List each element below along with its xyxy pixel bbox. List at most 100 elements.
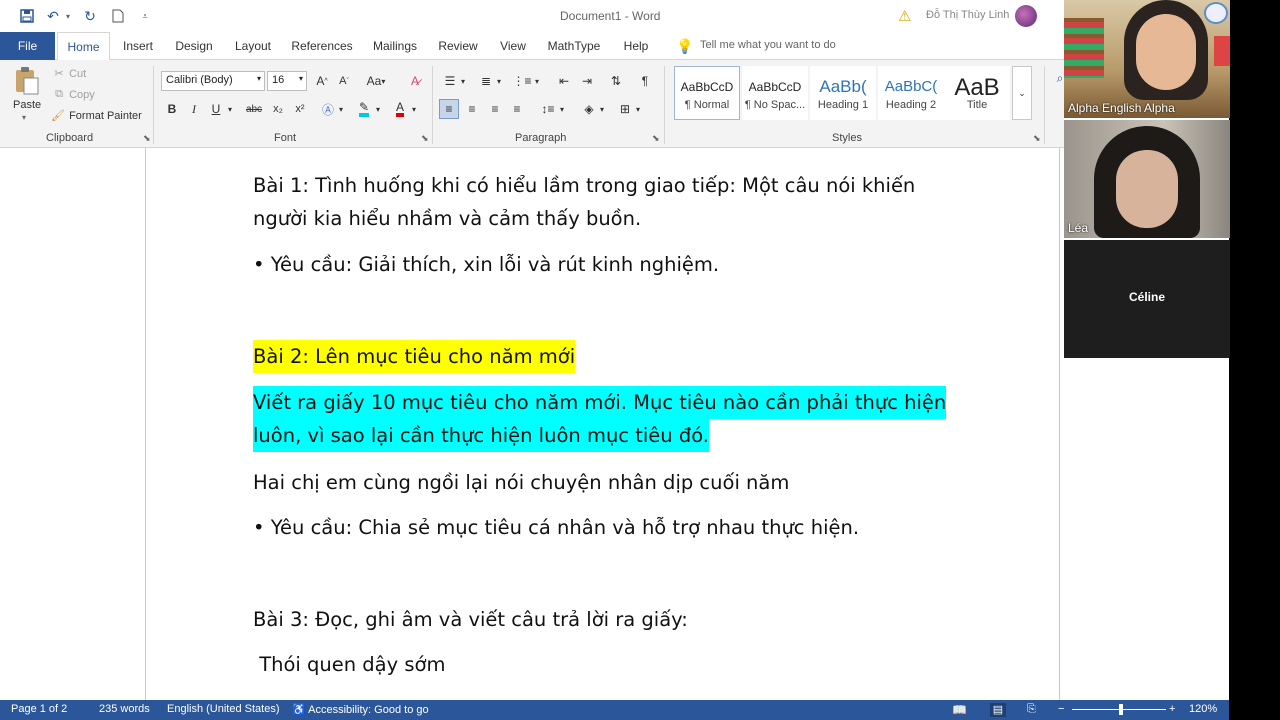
- find-icon[interactable]: ⌕: [1050, 68, 1064, 88]
- tab-mailings[interactable]: Mailings: [367, 32, 423, 60]
- doc-line[interactable]: Hai chị em cùng ngồi lại nói chuyện nhân…: [253, 466, 789, 499]
- undo-dropdown-icon[interactable]: ▾: [63, 7, 73, 25]
- chevron-down-icon[interactable]: ▾: [494, 71, 504, 91]
- tab-mathtype[interactable]: MathType: [545, 32, 603, 60]
- align-right-icon[interactable]: ≡: [485, 99, 505, 119]
- style-title[interactable]: AaB Title: [944, 66, 1010, 120]
- shrink-font-icon[interactable]: Aˇ: [334, 71, 354, 91]
- subscript-button[interactable]: x₂: [268, 99, 288, 119]
- style-heading-1[interactable]: AaBb( Heading 1: [810, 66, 876, 120]
- styles-launcher-icon[interactable]: ⬊: [1033, 133, 1041, 144]
- underline-button[interactable]: U: [206, 99, 226, 119]
- tab-insert[interactable]: Insert: [117, 32, 159, 60]
- doc-line-highlighted-cyan[interactable]: Viết ra giấy 10 mục tiêu cho năm mới. Mụ…: [253, 386, 947, 419]
- font-family-select[interactable]: Calibri (Body) ▾: [161, 71, 265, 91]
- shading-icon[interactable]: ◈: [579, 99, 599, 119]
- language[interactable]: English (United States): [167, 703, 280, 715]
- bold-button[interactable]: B: [162, 99, 182, 119]
- zoom-level[interactable]: 120%: [1189, 703, 1217, 715]
- text-effects-icon[interactable]: Ⓐ: [318, 99, 338, 119]
- user-name[interactable]: Đỗ Thị Thùy Linh: [926, 9, 1009, 21]
- clipboard-launcher-icon[interactable]: ⬊: [143, 133, 151, 144]
- sort-icon[interactable]: ⇅: [606, 71, 626, 91]
- font-size-select[interactable]: 16 ▾: [267, 71, 307, 91]
- doc-line[interactable]: Bài 1: Tình huống khi có hiểu lầm trong …: [253, 169, 915, 202]
- decrease-indent-icon[interactable]: ⇤: [554, 71, 574, 91]
- style-normal[interactable]: AaBbCcD ¶ Normal: [674, 66, 740, 120]
- tab-references[interactable]: References: [289, 32, 355, 60]
- print-layout-icon[interactable]: ▤: [990, 703, 1006, 717]
- zoom-in-icon[interactable]: +: [1169, 703, 1175, 715]
- paste-icon[interactable]: [14, 66, 42, 96]
- chevron-down-icon[interactable]: ▾: [409, 99, 419, 119]
- align-left-icon[interactable]: ≡: [439, 99, 459, 119]
- tab-home[interactable]: Home: [57, 32, 110, 61]
- chevron-down-icon[interactable]: ▾: [633, 99, 643, 119]
- tab-help[interactable]: Help: [617, 32, 655, 60]
- undo-icon[interactable]: ↶: [44, 7, 62, 25]
- tab-review[interactable]: Review: [435, 32, 481, 60]
- multilevel-list-icon[interactable]: ⋮≡: [512, 71, 532, 91]
- doc-line[interactable]: người kia hiểu nhầm và cảm thấy buồn.: [253, 202, 641, 235]
- word-count[interactable]: 235 words: [99, 703, 150, 715]
- document-area[interactable]: Bài 1: Tình huống khi có hiểu lầm trong …: [0, 148, 1064, 700]
- paste-button[interactable]: Paste: [13, 99, 41, 111]
- bullets-icon[interactable]: ☰: [440, 71, 460, 91]
- chevron-down-icon[interactable]: ▾: [458, 71, 468, 91]
- borders-icon[interactable]: ⊞: [615, 99, 635, 119]
- participant-tile[interactable]: Alpha English Alpha: [1064, 0, 1230, 118]
- tab-view[interactable]: View: [494, 32, 532, 60]
- zoom-out-icon[interactable]: −: [1058, 703, 1064, 715]
- participant-tile[interactable]: Léa: [1064, 120, 1230, 238]
- paste-dropdown-icon[interactable]: ▾: [22, 113, 26, 122]
- tab-file[interactable]: File: [0, 32, 55, 60]
- chevron-down-icon[interactable]: ▾: [532, 71, 542, 91]
- format-painter-button[interactable]: 🖌 Format Painter: [50, 109, 142, 123]
- superscript-button[interactable]: x²: [290, 99, 310, 119]
- strikethrough-button[interactable]: abc: [243, 99, 265, 119]
- font-color-icon[interactable]: A: [390, 99, 410, 119]
- page-count[interactable]: Page 1 of 2: [11, 703, 67, 715]
- doc-line[interactable]: • Yêu cầu: Giải thích, xin lỗi và rút ki…: [253, 248, 719, 281]
- font-launcher-icon[interactable]: ⬊: [421, 133, 429, 144]
- paragraph-launcher-icon[interactable]: ⬊: [652, 133, 660, 144]
- style-no-spacing[interactable]: AaBbCcD ¶ No Spac...: [742, 66, 808, 120]
- new-document-icon[interactable]: [108, 7, 128, 25]
- line-spacing-icon[interactable]: ↕≡: [538, 99, 558, 119]
- styles-more-icon[interactable]: ⌄: [1012, 66, 1032, 120]
- doc-line[interactable]: Thói quen dậy sớm: [253, 648, 445, 681]
- underline-dropdown-icon[interactable]: ▾: [224, 99, 236, 119]
- tab-layout[interactable]: Layout: [229, 32, 277, 60]
- doc-line-highlighted-yellow[interactable]: Bài 2: Lên mục tiêu cho năm mới: [253, 340, 576, 373]
- justify-icon[interactable]: ≡: [507, 99, 527, 119]
- avatar[interactable]: [1015, 5, 1037, 27]
- chevron-down-icon[interactable]: ▾: [336, 99, 346, 119]
- style-heading-2[interactable]: AaBbC( Heading 2: [878, 66, 944, 120]
- increase-indent-icon[interactable]: ⇥: [577, 71, 597, 91]
- align-center-icon[interactable]: ≡: [462, 99, 482, 119]
- web-layout-icon[interactable]: ⎘: [1027, 703, 1036, 716]
- change-case-icon[interactable]: Aa ▾: [362, 71, 390, 91]
- tell-me-search[interactable]: Tell me what you want to do: [700, 39, 836, 51]
- redo-icon[interactable]: ↻: [80, 7, 100, 25]
- save-icon[interactable]: [18, 7, 36, 25]
- doc-line[interactable]: Bài 3: Đọc, ghi âm và viết câu trả lời r…: [253, 603, 688, 636]
- numbering-icon[interactable]: ≣: [476, 71, 496, 91]
- read-mode-icon[interactable]: 📖: [952, 703, 967, 717]
- chevron-down-icon[interactable]: ▾: [373, 99, 383, 119]
- accessibility-status[interactable]: ♿ Accessibility: Good to go: [292, 703, 429, 716]
- tab-design[interactable]: Design: [170, 32, 218, 60]
- clear-formatting-icon[interactable]: A̷: [405, 71, 425, 91]
- pilcrow-icon[interactable]: ¶: [635, 71, 655, 91]
- doc-line-highlighted-cyan[interactable]: luôn, vì sao lại cần thực hiện luôn mục …: [253, 419, 710, 452]
- grow-font-icon[interactable]: A ^: [312, 71, 332, 91]
- chevron-down-icon[interactable]: ▾: [597, 99, 607, 119]
- highlight-color-icon[interactable]: ✎: [354, 99, 374, 119]
- zoom-slider-thumb[interactable]: [1119, 704, 1123, 715]
- customize-qat-icon[interactable]: ⩡: [138, 7, 152, 25]
- warning-icon[interactable]: ⚠: [898, 7, 911, 25]
- participant-tile[interactable]: Céline: [1064, 240, 1230, 358]
- lightbulb-icon[interactable]: 💡: [676, 38, 693, 55]
- doc-line[interactable]: • Yêu cầu: Chia sẻ mục tiêu cá nhân và h…: [253, 511, 859, 544]
- chevron-down-icon[interactable]: ▾: [557, 99, 567, 119]
